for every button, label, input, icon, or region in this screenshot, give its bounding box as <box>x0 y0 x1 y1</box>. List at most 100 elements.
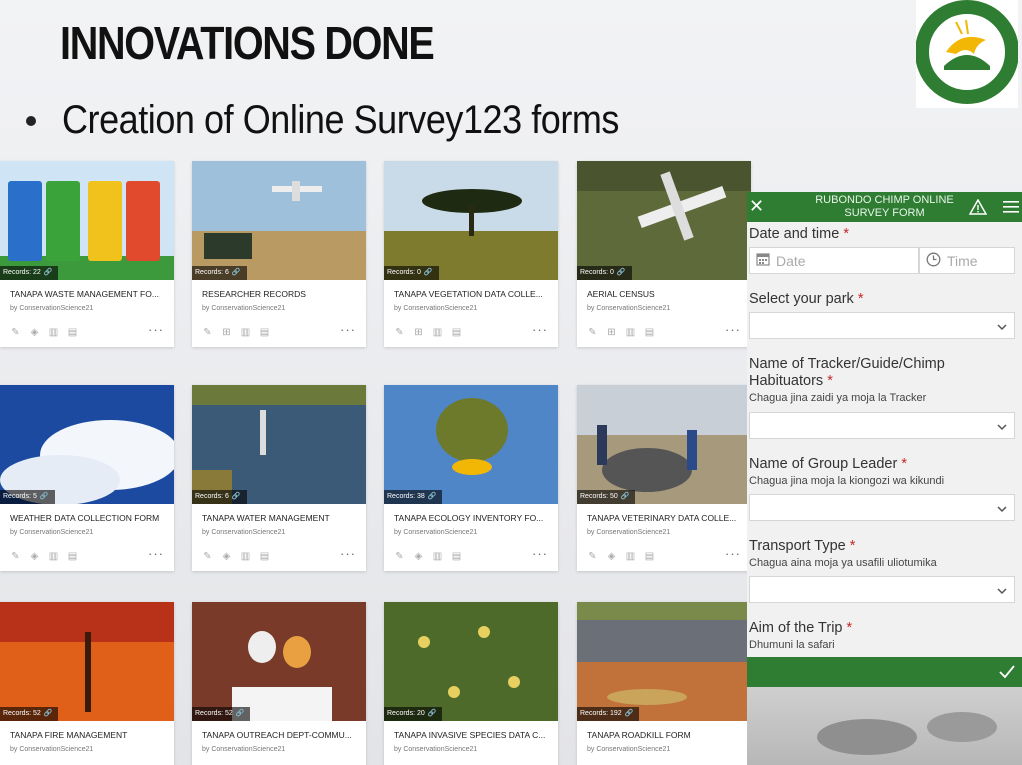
time-field[interactable]: Time <box>919 247 1015 274</box>
table-icon[interactable]: ▤ <box>67 327 78 338</box>
records-badge: Records: 50 🔗 <box>577 490 636 504</box>
drop-icon[interactable]: ◈ <box>29 327 40 338</box>
edit-icon[interactable]: ✎ <box>202 551 213 562</box>
drop-icon[interactable]: ◈ <box>29 551 40 562</box>
card-title[interactable]: TANAPA WASTE MANAGEMENT FO... <box>10 289 168 299</box>
grid-icon[interactable]: ⊞ <box>413 327 424 338</box>
survey-card-weather[interactable]: Records: 5 🔗 WEATHER DATA COLLECTION FORM… <box>0 385 174 571</box>
card-tools: ✎ ⊞ ▥ ▤ <box>202 327 270 338</box>
grid-icon[interactable]: ⊞ <box>606 327 617 338</box>
table-icon[interactable]: ▤ <box>451 551 462 562</box>
survey-card-outreach[interactable]: Records: 52 🔗 TANAPA OUTREACH DEPT-COMMU.… <box>192 602 366 765</box>
survey-card-vegetation[interactable]: Records: 0 🔗 TANAPA VEGETATION DATA COLLE… <box>384 161 558 347</box>
records-badge: Records: 192 🔗 <box>577 707 640 721</box>
survey-card-waste[interactable]: Records: 22 🔗 TANAPA WASTE MANAGEMENT FO.… <box>0 161 174 347</box>
more-options-icon[interactable]: ··· <box>340 546 356 561</box>
card-title[interactable]: TANAPA ECOLOGY INVENTORY FO... <box>394 513 552 523</box>
edit-icon[interactable]: ✎ <box>10 327 21 338</box>
tracker-select[interactable] <box>749 412 1015 439</box>
survey-card-ecology[interactable]: Records: 38 🔗 TANAPA ECOLOGY INVENTORY FO… <box>384 385 558 571</box>
table-icon[interactable]: ▤ <box>644 551 655 562</box>
card-title[interactable]: TANAPA FIRE MANAGEMENT <box>10 730 168 740</box>
edit-icon[interactable]: ✎ <box>394 551 405 562</box>
table-icon[interactable]: ▤ <box>259 551 270 562</box>
required-mark: * <box>843 226 849 242</box>
link-icon: 🔗 <box>427 493 437 500</box>
survey-card-roadkill[interactable]: Records: 192 🔗 TANAPA ROADKILL FORM by Co… <box>577 602 751 765</box>
link-icon: 🔗 <box>624 710 634 717</box>
more-options-icon[interactable]: ··· <box>725 546 741 561</box>
warning-icon[interactable] <box>968 198 988 220</box>
date-placeholder: Date <box>776 252 806 269</box>
card-owner: by ConservationScience21 <box>587 529 671 536</box>
question-tracker: Name of Tracker/Guide/Chimp Habituators … <box>749 356 1015 404</box>
table-icon[interactable]: ▤ <box>259 327 270 338</box>
card-title[interactable]: TANAPA INVASIVE SPECIES DATA C... <box>394 730 552 740</box>
more-options-icon[interactable]: ··· <box>148 322 164 337</box>
park-select[interactable] <box>749 312 1015 339</box>
chart-icon[interactable]: ▥ <box>625 327 636 338</box>
link-icon: 🔗 <box>616 269 626 276</box>
card-title[interactable]: RESEARCHER RECORDS <box>202 289 360 299</box>
date-field[interactable]: Date <box>749 247 919 274</box>
table-icon[interactable]: ▤ <box>644 327 655 338</box>
more-options-icon[interactable]: ··· <box>532 322 548 337</box>
card-owner: by ConservationScience21 <box>202 305 286 312</box>
link-icon: 🔗 <box>39 493 49 500</box>
close-icon[interactable]: ✕ <box>749 197 764 215</box>
chart-icon[interactable]: ▥ <box>625 551 636 562</box>
question-hint: Dhumuni la safari <box>749 639 835 651</box>
chart-icon[interactable]: ▥ <box>48 327 59 338</box>
table-icon[interactable]: ▤ <box>67 551 78 562</box>
card-title[interactable]: TANAPA OUTREACH DEPT-COMMU... <box>202 730 360 740</box>
more-options-icon[interactable]: ··· <box>148 546 164 561</box>
card-title[interactable]: AERIAL CENSUS <box>587 289 745 299</box>
card-title[interactable]: TANAPA VETERINARY DATA COLLE... <box>587 513 745 523</box>
transport-select[interactable] <box>749 576 1015 603</box>
survey-card-researcher[interactable]: Records: 6 🔗 RESEARCHER RECORDS by Conser… <box>192 161 366 347</box>
card-thumbnail: Records: 38 🔗 <box>384 385 558 504</box>
group-leader-select[interactable] <box>749 494 1015 521</box>
survey-card-aerial[interactable]: Records: 0 🔗 AERIAL CENSUS by Conservatio… <box>577 161 751 347</box>
submit-check-icon[interactable] <box>998 664 1016 685</box>
chevron-down-icon <box>996 320 1008 338</box>
clock-icon <box>926 252 941 270</box>
drop-icon[interactable]: ◈ <box>413 551 424 562</box>
chart-icon[interactable]: ▥ <box>240 327 251 338</box>
drop-icon[interactable]: ◈ <box>221 551 232 562</box>
tanapa-logo <box>915 0 1019 108</box>
chart-icon[interactable]: ▥ <box>240 551 251 562</box>
edit-icon[interactable]: ✎ <box>202 327 213 338</box>
edit-icon[interactable]: ✎ <box>587 327 598 338</box>
edit-icon[interactable]: ✎ <box>587 551 598 562</box>
more-options-icon[interactable]: ··· <box>340 322 356 337</box>
survey-card-water[interactable]: Records: 6 🔗 TANAPA WATER MANAGEMENT by C… <box>192 385 366 571</box>
chevron-down-icon <box>996 584 1008 602</box>
drop-icon[interactable]: ◈ <box>606 551 617 562</box>
table-icon[interactable]: ▤ <box>451 327 462 338</box>
survey-card-veterinary[interactable]: Records: 50 🔗 TANAPA VETERINARY DATA COLL… <box>577 385 751 571</box>
card-title[interactable]: TANAPA ROADKILL FORM <box>587 730 745 740</box>
link-icon: 🔗 <box>235 710 245 717</box>
grid-icon[interactable]: ⊞ <box>221 327 232 338</box>
edit-icon[interactable]: ✎ <box>394 327 405 338</box>
card-title[interactable]: TANAPA VEGETATION DATA COLLE... <box>394 289 552 299</box>
time-placeholder: Time <box>947 252 978 269</box>
card-title[interactable]: WEATHER DATA COLLECTION FORM <box>10 513 168 523</box>
survey-card-invasive[interactable]: Records: 20 🔗 TANAPA INVASIVE SPECIES DAT… <box>384 602 558 765</box>
card-owner: by ConservationScience21 <box>394 746 478 753</box>
card-thumbnail: Records: 5 🔗 <box>0 385 174 504</box>
records-badge: Records: 0 🔗 <box>577 266 632 280</box>
card-thumbnail: Records: 6 🔗 <box>192 385 366 504</box>
more-options-icon[interactable]: ··· <box>725 322 741 337</box>
survey-card-fire[interactable]: Records: 52 🔗 TANAPA FIRE MANAGEMENT by C… <box>0 602 174 765</box>
chart-icon[interactable]: ▥ <box>432 551 443 562</box>
more-options-icon[interactable]: ··· <box>532 546 548 561</box>
edit-icon[interactable]: ✎ <box>10 551 21 562</box>
chart-icon[interactable]: ▥ <box>48 551 59 562</box>
card-tools: ✎ ◈ ▥ ▤ <box>10 327 78 338</box>
card-title[interactable]: TANAPA WATER MANAGEMENT <box>202 513 360 523</box>
chart-icon[interactable]: ▥ <box>432 327 443 338</box>
card-owner: by ConservationScience21 <box>587 305 671 312</box>
menu-icon[interactable] <box>1003 200 1019 219</box>
